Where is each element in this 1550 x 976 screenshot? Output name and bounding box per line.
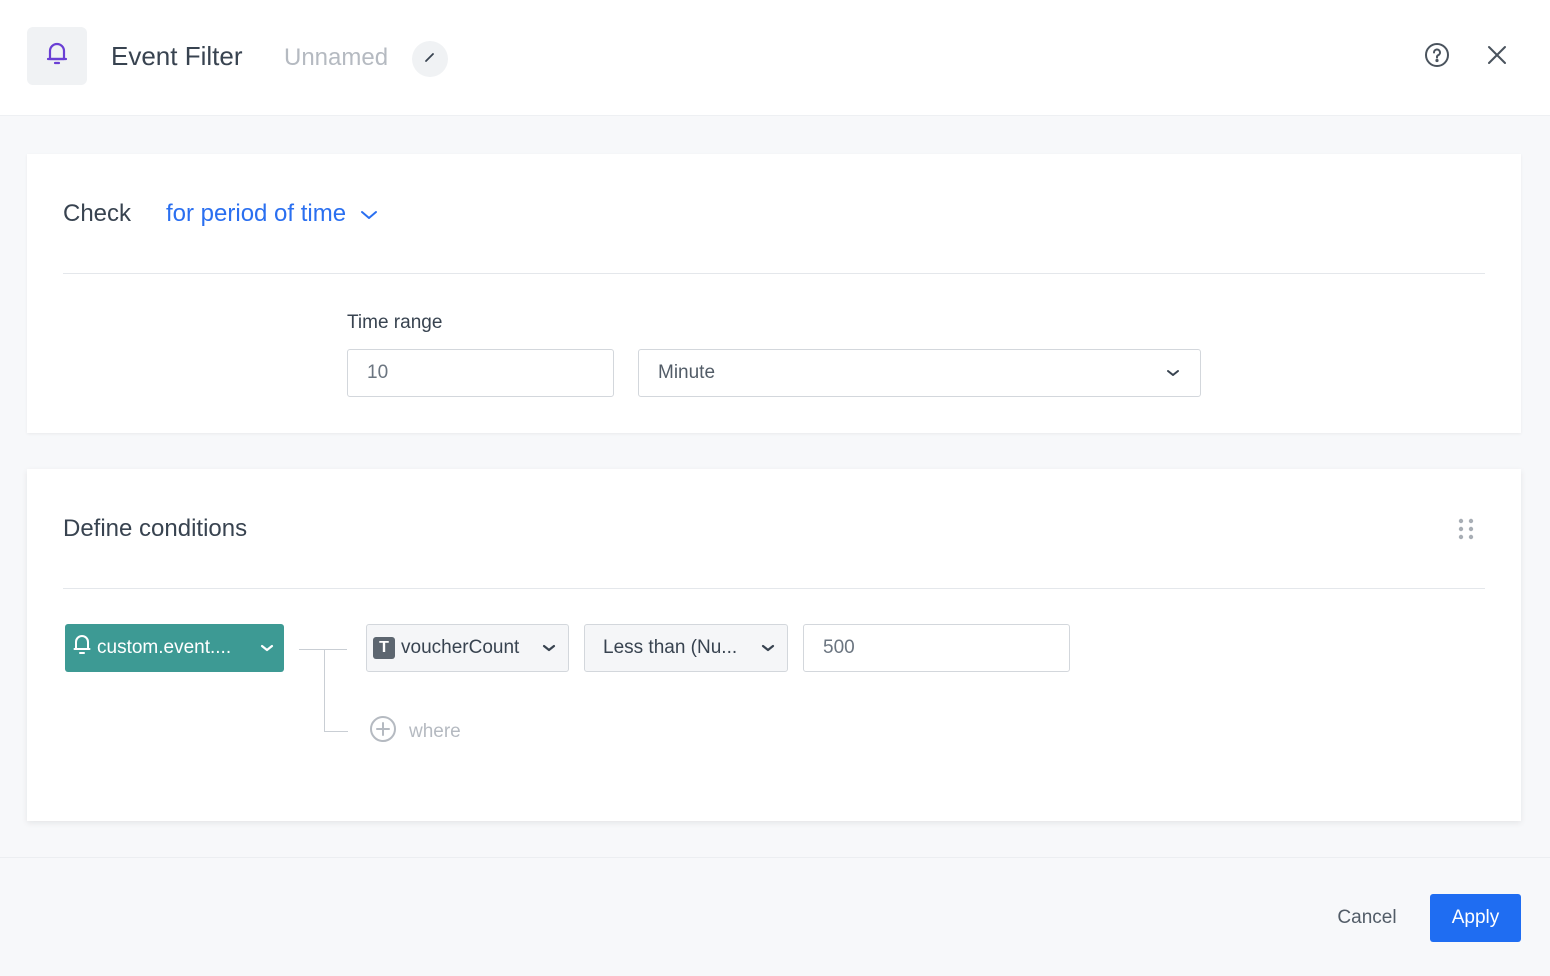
- plus-circle-icon: [369, 715, 397, 749]
- event-selector[interactable]: custom.event....: [65, 624, 284, 672]
- check-settings-card: Check for period of time Time range 10 M…: [27, 154, 1521, 433]
- tree-connector: [324, 649, 325, 732]
- modal-header: Event Filter Unnamed: [0, 0, 1550, 116]
- time-unit-dropdown[interactable]: Minute: [638, 349, 1201, 397]
- chevron-down-icon: [1166, 362, 1180, 384]
- close-icon: [1486, 44, 1508, 71]
- time-range-value: 10: [367, 362, 389, 383]
- help-button[interactable]: [1422, 42, 1452, 72]
- bell-icon: [73, 634, 91, 662]
- time-range-value-input[interactable]: 10: [347, 349, 614, 397]
- add-where-button[interactable]: where: [369, 715, 461, 749]
- section-divider: [63, 273, 1485, 274]
- page-title: Event Filter: [111, 41, 243, 71]
- check-mode-dropdown[interactable]: for period of time: [166, 200, 378, 228]
- chevron-down-icon: [761, 643, 775, 653]
- drag-handle-icon[interactable]: [1456, 517, 1476, 541]
- help-circle-icon: [1424, 42, 1450, 73]
- tree-connector: [324, 731, 348, 732]
- cancel-button[interactable]: Cancel: [1320, 894, 1414, 942]
- parameter-value: voucherCount: [401, 637, 520, 658]
- event-filter-icon-box: [27, 27, 87, 85]
- chevron-down-icon: [542, 643, 556, 653]
- close-button[interactable]: [1482, 42, 1512, 72]
- parameter-dropdown[interactable]: T voucherCount: [366, 624, 569, 672]
- apply-button[interactable]: Apply: [1430, 894, 1521, 942]
- conditions-title: Define conditions: [63, 515, 248, 542]
- add-where-label: where: [409, 721, 461, 742]
- text-type-icon: T: [373, 637, 395, 659]
- edit-name-button[interactable]: [412, 41, 448, 77]
- time-unit-value: Minute: [658, 362, 716, 383]
- condition-value: 500: [823, 637, 855, 658]
- time-range-label: Time range: [347, 312, 443, 333]
- tree-connector: [299, 649, 347, 650]
- operator-dropdown[interactable]: Less than (Nu...: [584, 624, 788, 672]
- footer-divider: [0, 857, 1550, 858]
- section-divider: [63, 588, 1485, 589]
- check-mode-value: for period of time: [166, 200, 347, 227]
- chevron-down-icon: [360, 200, 378, 228]
- check-label: Check: [63, 200, 132, 227]
- conditions-card: Define conditions custom.event.... T vou…: [27, 469, 1521, 821]
- pencil-icon: [423, 50, 437, 69]
- event-name: custom.event....: [97, 637, 232, 658]
- bell-icon: [46, 41, 68, 72]
- condition-value-input[interactable]: 500: [803, 624, 1070, 672]
- chevron-down-icon: [260, 643, 274, 653]
- operator-value: Less than (Nu...: [603, 637, 738, 658]
- filter-name: Unnamed: [284, 44, 389, 71]
